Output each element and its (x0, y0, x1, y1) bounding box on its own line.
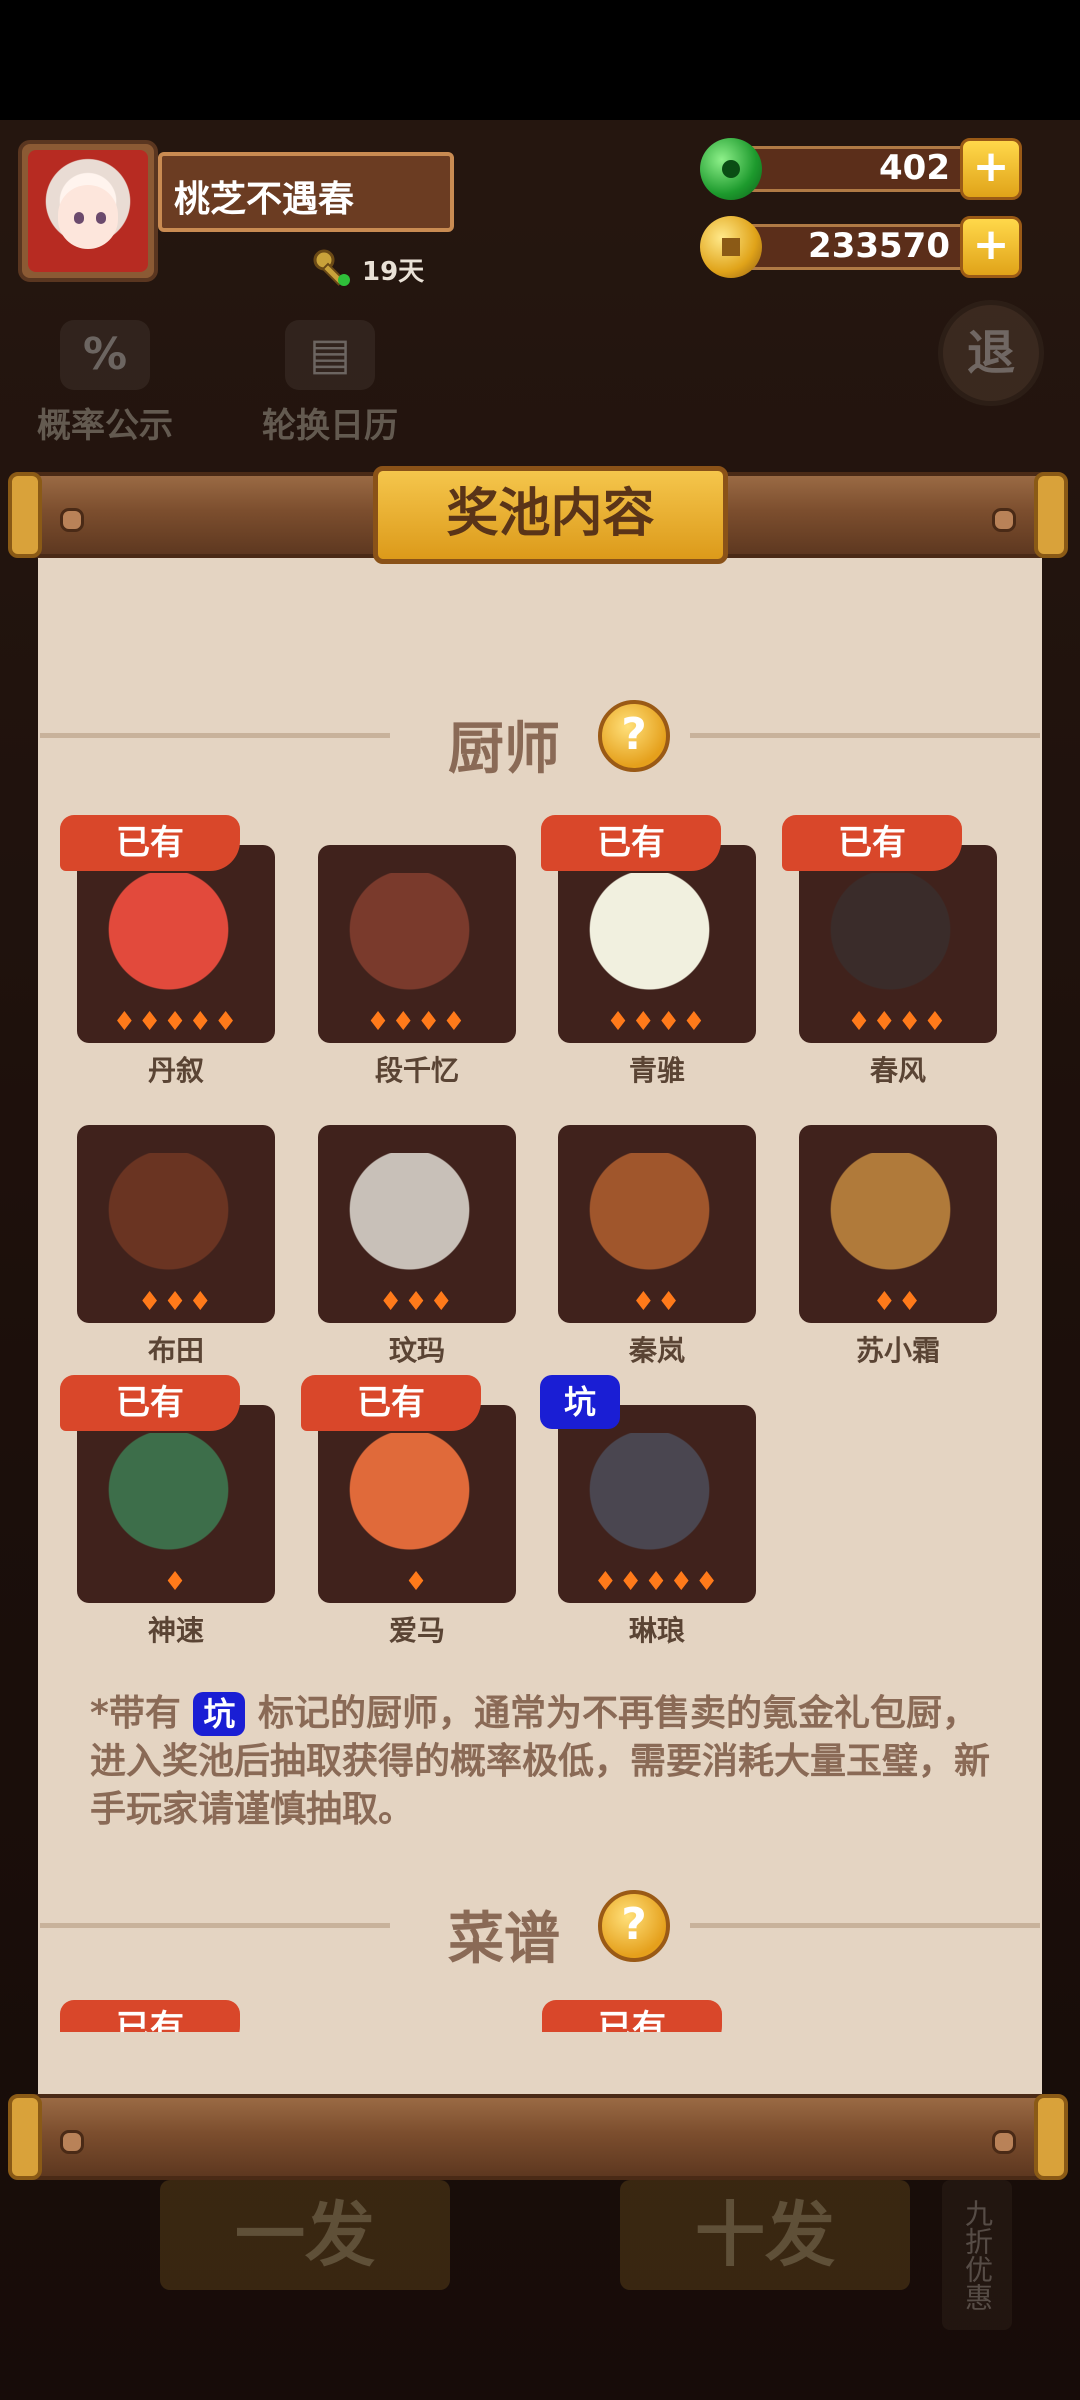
keng-inline-tag: 坑 (193, 1692, 246, 1736)
login-days: 19天 (312, 248, 424, 290)
chef-card[interactable]: ♦♦ 秦岚 (558, 1125, 756, 1367)
chef-card[interactable]: ♦♦♦♦♦ 丹叙 (77, 845, 275, 1087)
dialog-title: 奖池内容 (373, 466, 728, 564)
rarity-flames: ♦♦♦♦ (366, 1007, 468, 1037)
chef-name: 苏小霜 (855, 1334, 940, 1367)
recipe-row-clip: 已有 已有 (38, 2000, 1042, 2032)
chef-card[interactable]: ♦ 神速 (77, 1405, 275, 1647)
chef-portrait (823, 1153, 973, 1279)
chef-card[interactable]: ♦♦♦♦ 青骓 (558, 845, 756, 1087)
chef-card[interactable]: ♦♦♦ 布田 (77, 1125, 275, 1367)
owned-badge: 已有 (60, 1375, 240, 1431)
add-jade-button[interactable]: + (960, 138, 1022, 200)
chef-portrait (101, 873, 251, 999)
jade-icon (700, 138, 762, 200)
keng-badge: 坑 (540, 1375, 620, 1429)
player-name: 桃芝不遇春 (174, 179, 355, 220)
recipe-owned-badge: 已有 (542, 2000, 722, 2032)
chef-portrait (823, 873, 973, 999)
chef-card[interactable]: ♦ 爱马 (318, 1405, 516, 1647)
recipe-owned-badge: 已有 (60, 2000, 240, 2032)
avatar-image (28, 150, 148, 272)
jade-counter: 402 + (700, 138, 1022, 200)
scroll-rod-bottom (8, 2094, 1068, 2180)
chef-portrait (582, 873, 732, 999)
add-coin-button[interactable]: + (960, 216, 1022, 278)
chef-section-title: 厨师 (448, 717, 560, 782)
note-prefix: *带有 (90, 1693, 181, 1734)
chef-name: 布田 (147, 1334, 204, 1367)
chef-name: 玟玛 (388, 1334, 445, 1367)
rarity-flames: ♦♦ (872, 1287, 924, 1317)
chef-name: 爱马 (388, 1614, 445, 1647)
player-name-plate: 桃芝不遇春 (158, 152, 454, 232)
days-value: 19天 (362, 256, 425, 287)
jade-amount: 402 (879, 148, 950, 188)
chef-name: 秦岚 (628, 1334, 685, 1367)
key-icon (313, 249, 350, 286)
rarity-flames: ♦♦♦♦♦ (112, 1007, 240, 1037)
coin-counter: 233570 + (700, 216, 1022, 278)
rarity-flames: ♦♦♦ (138, 1287, 214, 1317)
owned-badge: 已有 (60, 815, 240, 871)
rarity-flames: ♦♦♦ (379, 1287, 455, 1317)
status-bar (0, 0, 1080, 120)
chef-card[interactable]: ♦♦ 苏小霜 (799, 1125, 997, 1367)
chef-name: 丹叙 (147, 1054, 204, 1087)
recipe-help-icon[interactable]: ? (598, 1890, 670, 1962)
chef-card[interactable]: ♦♦♦ 玟玛 (318, 1125, 516, 1367)
rarity-flames: ♦♦♦♦♦ (593, 1567, 721, 1597)
chef-card[interactable]: ♦♦♦♦♦ 琳琅 (558, 1405, 756, 1647)
owned-badge: 已有 (541, 815, 721, 871)
chef-help-icon[interactable]: ? (598, 700, 670, 772)
rarity-flames: ♦♦♦♦ (847, 1007, 949, 1037)
keng-note: *带有 坑 标记的厨师，通常为不再售卖的氪金礼包厨，进入奖池后抽取获得的概率极低… (90, 1690, 990, 1834)
rarity-flames: ♦ (404, 1567, 430, 1597)
chef-name: 段千忆 (374, 1054, 459, 1087)
owned-badge: 已有 (782, 815, 962, 871)
chef-portrait (101, 1153, 251, 1279)
avatar[interactable] (18, 140, 158, 282)
chef-name: 琳琅 (628, 1614, 685, 1647)
chef-portrait (342, 873, 492, 999)
chef-name: 神速 (147, 1614, 204, 1647)
chef-card[interactable]: ♦♦♦♦ 春风 (799, 845, 997, 1087)
chef-portrait (342, 1433, 492, 1559)
chef-portrait (582, 1433, 732, 1559)
rarity-flames: ♦ (163, 1567, 189, 1597)
recipe-section-title: 菜谱 (448, 1907, 560, 1972)
chef-section-header: 厨师 ? (40, 700, 1040, 782)
rarity-flames: ♦♦♦♦ (606, 1007, 708, 1037)
coin-icon (700, 216, 762, 278)
chef-portrait (101, 1433, 251, 1559)
rarity-flames: ♦♦ (631, 1287, 683, 1317)
chef-name: 春风 (869, 1054, 926, 1087)
chef-portrait (342, 1153, 492, 1279)
recipe-section-header: 菜谱 ? (40, 1890, 1040, 1972)
owned-badge: 已有 (301, 1375, 481, 1431)
chef-portrait (582, 1153, 732, 1279)
chef-card[interactable]: ♦♦♦♦ 段千忆 (318, 845, 516, 1087)
chef-name: 青骓 (628, 1054, 685, 1087)
coin-amount: 233570 (808, 226, 950, 266)
